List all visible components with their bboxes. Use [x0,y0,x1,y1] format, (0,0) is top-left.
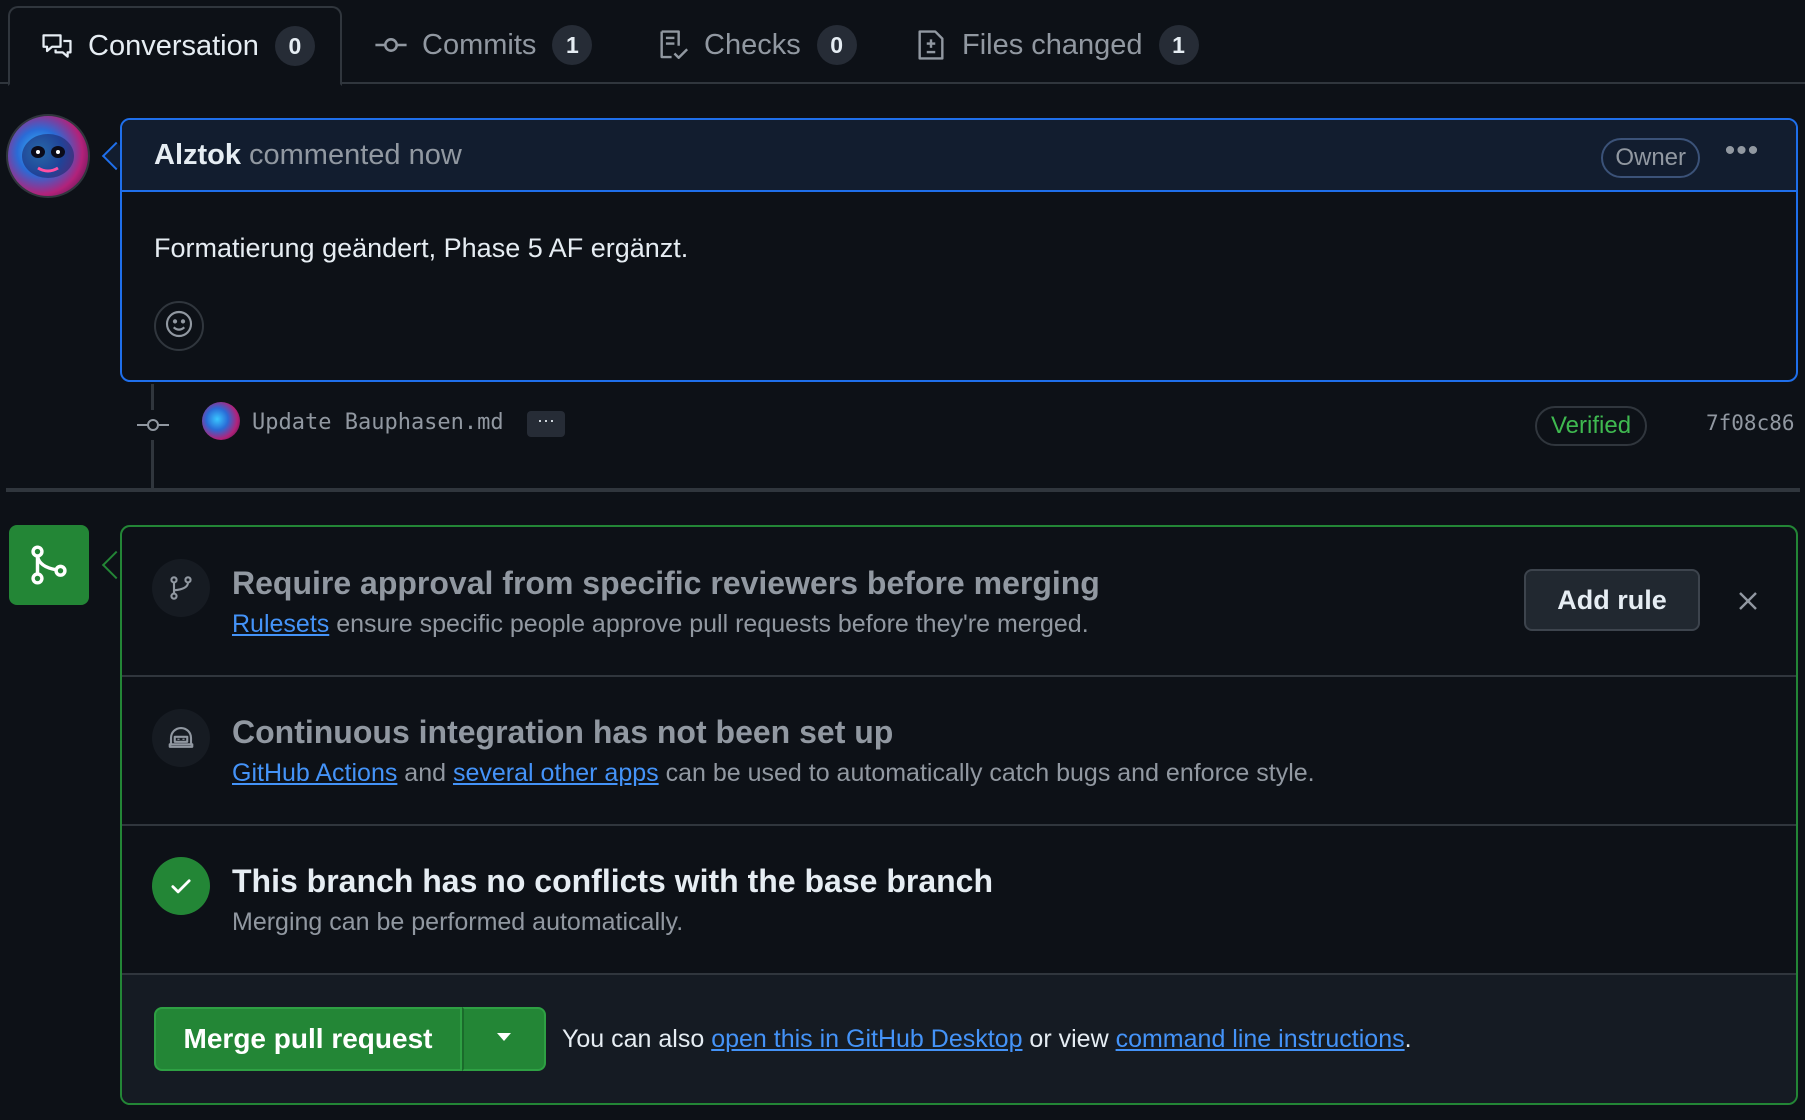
git-merge-icon [9,525,89,605]
review-rule-section: Require approval from specific reviewers… [122,527,1796,677]
git-branch-icon [152,559,210,617]
comment-card: Alztok commented now Owner ••• Formatier… [120,118,1798,382]
file-diff-icon [914,28,948,62]
conflict-section: This branch has no conflicts with the ba… [122,826,1796,975]
footer-text: . [1404,1025,1412,1053]
tab-counter: 1 [1158,25,1199,65]
tab-counter: 0 [274,26,315,66]
tab-label: Checks [704,28,801,61]
comment-author[interactable]: Alztok [154,139,241,172]
smiley-icon [163,308,195,345]
timeline-divider [6,488,1800,492]
section-description: Rulesets ensure specific people approve … [232,610,1089,639]
tab-label: Files changed [962,28,1143,61]
rulesets-link[interactable]: Rulesets [232,610,329,638]
add-reaction-button[interactable] [154,301,204,351]
tab-counter: 1 [552,25,593,65]
footer-text: You can also [562,1025,712,1053]
more-options-button[interactable]: ••• [1722,136,1762,176]
close-icon[interactable] [1730,583,1766,619]
section-title: Continuous integration has not been set … [232,714,894,750]
tab-files-changed[interactable]: Files changed 1 [914,6,1199,84]
description-text: ensure specific people approve pull requ… [329,610,1089,638]
tab-label: Conversation [88,29,259,62]
verified-badge[interactable]: Verified [1535,406,1648,446]
commit-sha-link[interactable]: 7f08c86 [1706,411,1795,435]
merge-box: Require approval from specific reviewers… [120,525,1798,1105]
commit-message-link[interactable]: Update Bauphasen.md [252,410,504,435]
github-desktop-link[interactable]: open this in GitHub Desktop [711,1025,1022,1053]
merge-footer: Merge pull request You can also open thi… [122,975,1796,1103]
check-icon [152,857,210,915]
command-line-link[interactable]: command line instructions [1116,1025,1405,1053]
description-text: and [397,759,453,787]
robot-icon [152,709,210,767]
triangle-down-icon [495,1030,513,1048]
checklist-icon [656,28,690,62]
commit-expand-button[interactable]: ··· [527,411,565,437]
author-avatar[interactable] [6,114,90,198]
section-description: Merging can be performed automatically. [232,908,684,936]
tab-conversation[interactable]: Conversation 0 [8,6,342,86]
merge-method-dropdown[interactable] [462,1007,546,1071]
description-text: can be used to automatically catch bugs … [658,759,1315,787]
pr-tab-bar: Conversation 0 Commits 1 Checks 0 Files … [0,0,1805,86]
conversation-icon [40,29,74,63]
tab-commits[interactable]: Commits 1 [374,6,593,84]
commit-author-avatar[interactable] [202,402,240,440]
github-actions-link[interactable]: GitHub Actions [232,759,397,787]
merge-footer-text: You can also open this in GitHub Desktop… [562,1025,1412,1054]
merge-pull-request-button[interactable]: Merge pull request [154,1007,462,1071]
commit-icon [374,28,408,62]
section-description: GitHub Actions and several other apps ca… [232,759,1315,788]
tab-label: Commits [422,28,537,61]
section-title: Require approval from specific reviewers… [232,565,1100,601]
tab-counter: 0 [816,25,857,65]
tab-checks[interactable]: Checks 0 [656,6,857,84]
section-title: This branch has no conflicts with the ba… [232,863,994,899]
other-apps-link[interactable]: several other apps [453,759,659,787]
add-rule-button[interactable]: Add rule [1524,569,1700,631]
comment-header: Alztok commented now Owner ••• [122,120,1796,192]
commit-icon [134,410,172,440]
pull-request-page: Conversation 0 Commits 1 Checks 0 Files … [0,0,1805,1120]
owner-badge: Owner [1601,138,1700,178]
comment-timestamp[interactable]: commented now [249,139,462,172]
comment-body: Formatierung geändert, Phase 5 AF ergänz… [154,233,689,263]
ci-section: Continuous integration has not been set … [122,677,1796,826]
footer-text: or view [1022,1025,1116,1053]
